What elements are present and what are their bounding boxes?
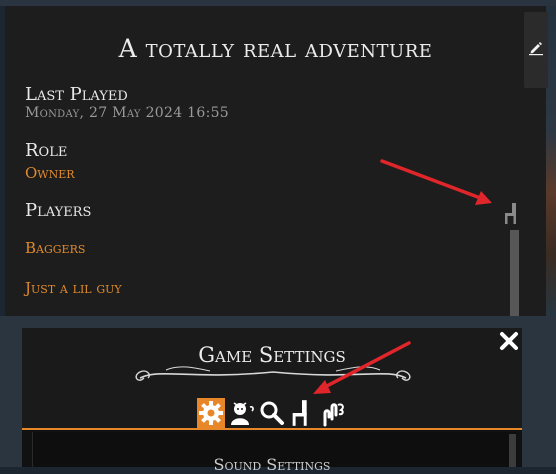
chair-icon[interactable] <box>502 201 522 225</box>
sound-settings-heading: Sound Settings <box>213 455 331 474</box>
adventure-details-panel: A totally real adventure Last Played Mon… <box>5 6 548 322</box>
game-settings-dialog: Game Settings Sound Settings <box>22 328 522 474</box>
role-value: Owner <box>25 164 75 182</box>
tab-character[interactable] <box>227 398 255 428</box>
decorative-flourish <box>135 366 411 381</box>
edit-adventure-button[interactable] <box>524 12 548 88</box>
last-played-label: Last Played <box>25 84 128 105</box>
close-icon[interactable] <box>498 330 520 352</box>
role-label: Role <box>25 140 68 161</box>
players-label: Players <box>25 200 92 221</box>
players-scrollbar[interactable] <box>510 230 519 322</box>
character-icon <box>230 402 254 425</box>
chair-icon <box>293 400 308 426</box>
settings-tabs <box>197 398 347 428</box>
gear-icon <box>199 401 224 425</box>
last-played-value: Monday, 27 May 2024 16:55 <box>25 105 230 121</box>
scrollbar-thumb[interactable] <box>510 230 519 322</box>
pencil-icon <box>529 42 543 56</box>
tab-search[interactable] <box>258 398 286 428</box>
player-name[interactable]: Baggers <box>25 239 85 257</box>
tab-general[interactable] <box>197 398 226 428</box>
hand-gesture-icon <box>323 403 344 427</box>
tab-gestures[interactable] <box>319 398 347 428</box>
player-name[interactable]: Just a lil guy <box>25 279 122 297</box>
tab-players[interactable] <box>288 398 316 428</box>
adventure-title: A totally real adventure <box>118 34 433 63</box>
magnifier-icon <box>260 401 285 425</box>
